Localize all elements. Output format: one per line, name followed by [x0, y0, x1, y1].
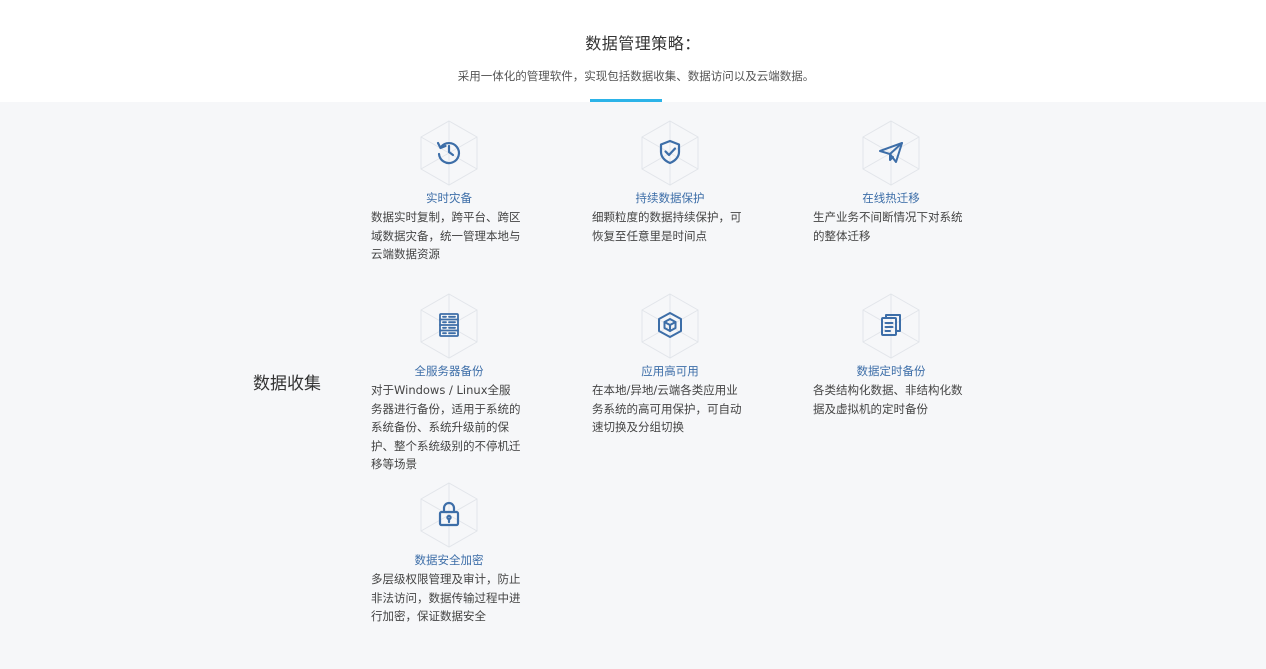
page-title: 数据管理策略：	[585, 34, 701, 53]
documents-icon	[861, 293, 921, 359]
feature-title: 应用高可用	[641, 364, 699, 378]
page-subtitle: 采用一体化的管理软件，实现包括数据收集、数据访问以及云端数据。	[457, 69, 815, 83]
feature-title: 持续数据保护	[635, 191, 705, 205]
feature-description: 在本地/异地/云端各类应用业务系统的高可用保护，可自动速切换及分组切换	[592, 383, 742, 434]
server-rack-icon	[419, 293, 479, 359]
feature-title: 在线热迁移	[862, 191, 920, 205]
shield-check-icon	[640, 120, 700, 186]
section-label: 数据收集	[253, 374, 321, 394]
feature-description: 各类结构化数据、非结构化数据及虚拟机的定时备份	[813, 383, 963, 416]
cube-icon	[640, 293, 700, 359]
feature-description: 数据实时复制，跨平台、跨区域数据灾备，统一管理本地与云端数据资源	[371, 210, 521, 261]
feature-title: 数据安全加密	[414, 553, 484, 567]
page-header: 数据管理策略： 采用一体化的管理软件，实现包括数据收集、数据访问以及云端数据。	[0, 0, 1266, 102]
feature-description: 生产业务不间断情况下对系统的整体迁移	[813, 210, 963, 243]
feature-description: 细颗粒度的数据持续保护，可恢复至任意里是时间点	[592, 210, 742, 243]
lock-icon	[419, 482, 479, 548]
history-clock-icon	[419, 120, 479, 186]
feature-title: 实时灾备	[426, 191, 472, 205]
feature-title: 数据定时备份	[856, 364, 926, 378]
feature-description: 多层级权限管理及审计，防止非法访问，数据传输过程中进行加密，保证数据安全	[371, 572, 521, 623]
feature-description: 对于Windows / Linux全服务器进行备份，适用于系统的系统备份、系统升…	[371, 383, 521, 471]
paper-plane-icon	[861, 120, 921, 186]
feature-title: 全服务器备份	[414, 364, 484, 378]
